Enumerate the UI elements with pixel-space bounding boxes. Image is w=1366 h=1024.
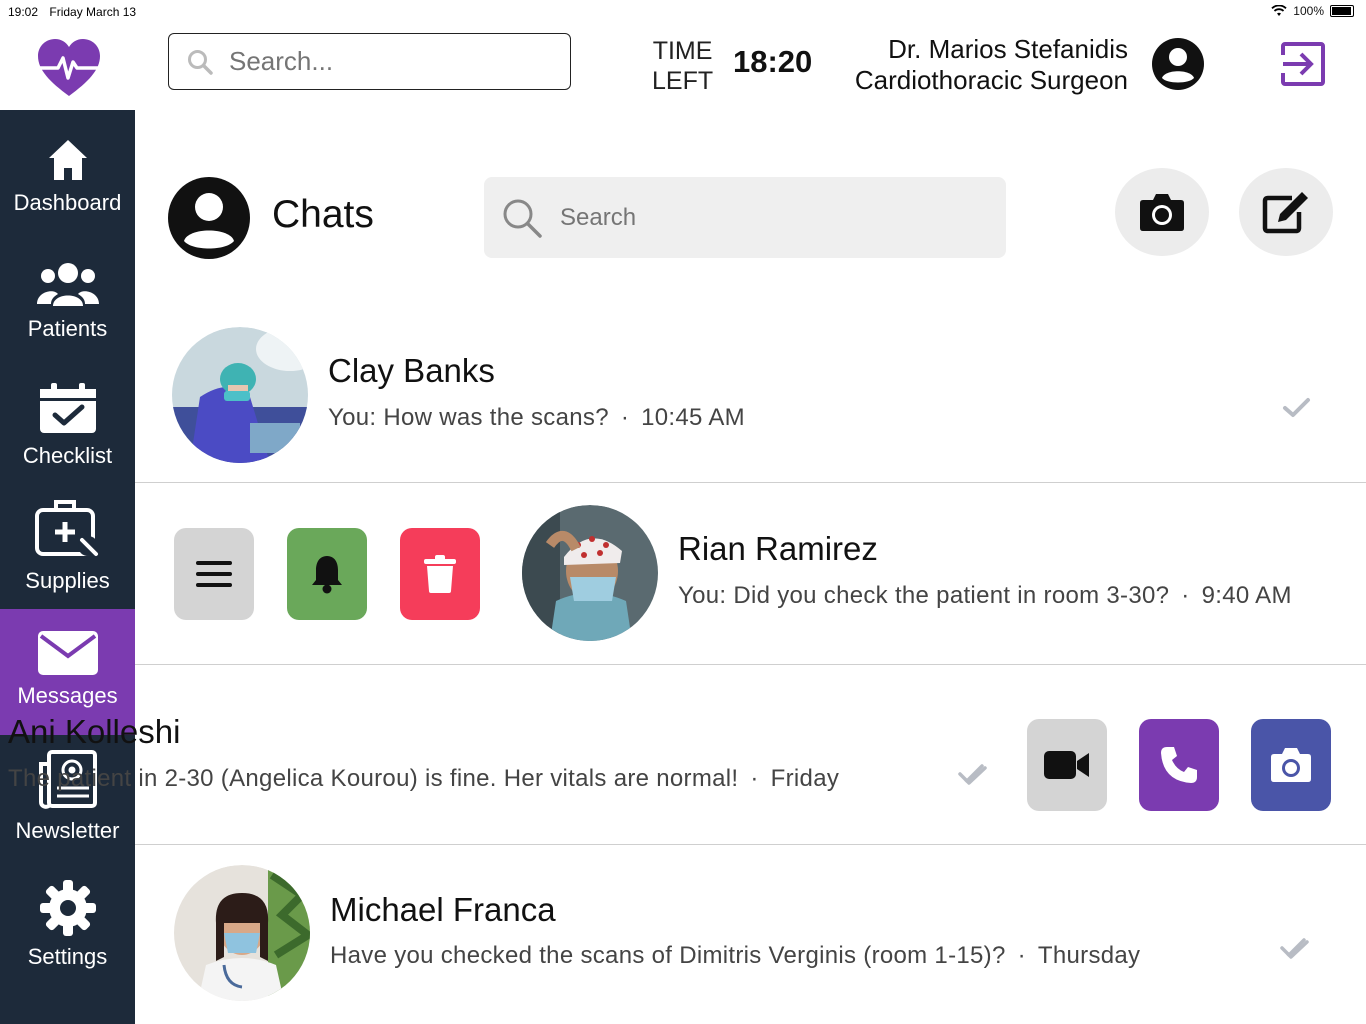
- chat-name: Clay Banks: [328, 352, 495, 389]
- divider: [135, 664, 1366, 665]
- read-double-check-icon: [958, 764, 987, 785]
- status-time: 19:02: [8, 5, 39, 19]
- battery-percent: 100%: [1293, 4, 1324, 18]
- gear-icon: [39, 880, 96, 936]
- camera-icon: [1271, 748, 1311, 782]
- chat-name: Rian Ramirez: [678, 530, 878, 567]
- sidebar-item-checklist[interactable]: Checklist: [0, 383, 135, 469]
- avatar: [522, 505, 658, 641]
- time-left-value: 18:20: [733, 44, 813, 79]
- medical-kit-icon: [34, 500, 98, 556]
- time-left-label-line2: LEFT: [652, 67, 714, 95]
- heart-pulse-logo-icon[interactable]: [36, 38, 102, 98]
- compose-button[interactable]: [1239, 168, 1333, 256]
- hamburger-icon: [196, 561, 232, 587]
- camera-button[interactable]: [1115, 168, 1209, 256]
- sidebar-item-label: Patients: [27, 316, 108, 341]
- chats-title: Chats: [272, 193, 374, 236]
- time-left-label-line1: TIME: [652, 37, 713, 65]
- chat-row-michael-franca[interactable]: [135, 845, 1366, 1024]
- calendar-check-icon: [39, 383, 96, 433]
- search-icon: [503, 199, 542, 238]
- chat-message: You: Did you check the patient in room 3…: [678, 582, 1170, 609]
- phone-icon: [1161, 747, 1197, 783]
- user-info: Dr. Marios Stefanidis Cardiothoracic Sur…: [855, 34, 1128, 96]
- home-icon: [48, 140, 87, 180]
- chat-name: Ani Kolleshi: [8, 713, 181, 750]
- avatar: [174, 865, 310, 1001]
- call-button[interactable]: [1139, 719, 1219, 811]
- read-double-check-icon: [1280, 938, 1309, 959]
- global-search-input[interactable]: [227, 45, 551, 78]
- sidebar-item-label: Dashboard: [13, 190, 122, 215]
- video-camera-icon: [1044, 751, 1089, 779]
- battery-icon: [1330, 5, 1354, 17]
- logout-icon[interactable]: [1280, 41, 1326, 87]
- user-avatar-icon[interactable]: [1152, 38, 1204, 90]
- menu-button[interactable]: [174, 528, 254, 620]
- sidebar-item-label: Supplies: [25, 568, 110, 593]
- status-bar-left: 19:02 Friday March 13: [8, 5, 144, 19]
- sidebar-item-supplies[interactable]: Supplies: [0, 498, 135, 594]
- chat-row-clay-banks[interactable]: [135, 300, 1366, 482]
- chat-preview: You: How was the scans? · 10:45 AM: [328, 404, 745, 432]
- users-icon: [36, 263, 99, 306]
- status-date: Friday March 13: [49, 5, 137, 19]
- chat-time: Friday: [770, 765, 840, 792]
- user-role: Cardiothoracic Surgeon: [854, 65, 1128, 95]
- chat-row-ani-kolleshi[interactable]: [0, 690, 1000, 820]
- chat-message: The patient in 2-30 (Angelica Kourou) is…: [8, 765, 739, 792]
- sidebar-item-dashboard[interactable]: Dashboard: [0, 138, 135, 216]
- separator-dot: ·: [1017, 942, 1026, 969]
- separator-dot: ·: [620, 404, 630, 431]
- chat-message: Have you checked the scans of Dimitris V…: [330, 942, 1006, 969]
- notify-button[interactable]: [287, 528, 367, 620]
- search-icon: [188, 49, 213, 75]
- chat-time: 10:45 AM: [641, 404, 745, 431]
- camera-icon: [1140, 194, 1184, 231]
- trash-icon: [424, 555, 456, 593]
- envelope-icon: [37, 631, 98, 675]
- chat-time: Thursday: [1037, 942, 1141, 969]
- edit-icon: [1262, 192, 1308, 234]
- chat-preview: You: Did you check the patient in room 3…: [678, 582, 1292, 610]
- user-name: Dr. Marios Stefanidis: [888, 34, 1128, 64]
- video-call-button[interactable]: [1027, 719, 1107, 811]
- chat-preview: Have you checked the scans of Dimitris V…: [330, 942, 1140, 970]
- sidebar-item-label: Checklist: [22, 443, 113, 468]
- sidebar-item-label: Newsletter: [15, 818, 120, 843]
- global-search-bar[interactable]: [168, 33, 571, 90]
- photo-button[interactable]: [1251, 719, 1331, 811]
- chats-search-input[interactable]: [558, 202, 962, 233]
- sidebar-item-patients[interactable]: Patients: [0, 262, 135, 342]
- bell-icon: [312, 556, 342, 594]
- avatar: [172, 327, 308, 463]
- sidebar-item-label: Settings: [27, 944, 108, 969]
- chat-name: Michael Franca: [330, 891, 556, 928]
- separator-dot: ·: [1181, 582, 1190, 609]
- separator-dot: ·: [750, 765, 759, 792]
- sidebar-item-settings[interactable]: Settings: [0, 880, 135, 970]
- status-bar-right: 100%: [1271, 4, 1354, 18]
- wifi-icon: [1271, 5, 1287, 16]
- chats-search-bar[interactable]: [484, 177, 1006, 258]
- chat-message: You: How was the scans?: [328, 404, 609, 431]
- chats-profile-icon[interactable]: [168, 177, 250, 259]
- read-check-icon: [1283, 398, 1310, 417]
- delete-button[interactable]: [400, 528, 480, 620]
- chat-time: 9:40 AM: [1201, 582, 1292, 609]
- chat-preview: The patient in 2-30 (Angelica Kourou) is…: [8, 765, 839, 793]
- time-left-label: TIME LEFT: [652, 36, 713, 96]
